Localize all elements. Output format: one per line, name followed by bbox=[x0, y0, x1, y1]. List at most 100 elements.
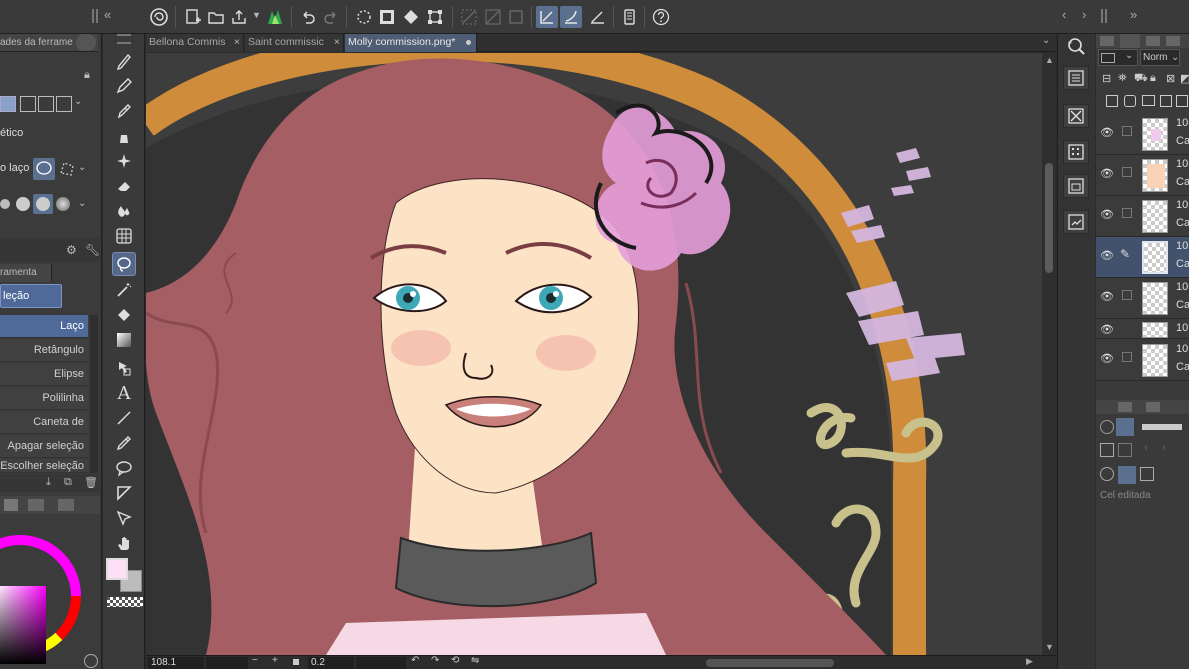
cel-icon[interactable] bbox=[1100, 443, 1114, 457]
redo-icon[interactable] bbox=[320, 6, 342, 28]
tab-bellona[interactable]: Bellona Commis × bbox=[146, 34, 244, 52]
snap-to-special-ruler-icon[interactable] bbox=[560, 6, 582, 28]
sub-tool-polyline[interactable]: Polilinha bbox=[0, 387, 88, 410]
layer-color-dropdown[interactable]: ⌄ bbox=[1098, 49, 1138, 66]
clip-layer-icon[interactable]: ⊟ bbox=[1102, 72, 1111, 85]
download-icon[interactable]: ⤓ bbox=[46, 476, 51, 489]
export-icon[interactable] bbox=[228, 6, 250, 28]
pencil-icon[interactable] bbox=[113, 75, 135, 97]
rotate-right-icon[interactable]: ↷ bbox=[431, 655, 439, 666]
new-selection-icon[interactable] bbox=[0, 96, 16, 112]
zoom-out-icon[interactable]: − bbox=[252, 655, 258, 666]
scroll-up-icon[interactable]: ▲ bbox=[1045, 55, 1054, 65]
sub-tool-tab[interactable]: ramenta bbox=[0, 264, 52, 282]
lock-layer-icon[interactable]: 🔒︎ bbox=[1150, 72, 1156, 85]
lasso-mode-polyline-icon[interactable] bbox=[56, 158, 78, 180]
fill-icon[interactable] bbox=[400, 6, 422, 28]
sub-tool-group[interactable]: leção bbox=[0, 284, 62, 308]
layer-row[interactable]: 👁︎ 10 Ca bbox=[1096, 196, 1189, 237]
antialias-none-icon[interactable] bbox=[0, 199, 10, 209]
lasso-mode-freehand-icon[interactable] bbox=[33, 158, 55, 180]
vertical-scrollbar[interactable]: ▲ ▼ bbox=[1042, 53, 1056, 655]
text-tool-icon[interactable]: A bbox=[113, 382, 135, 404]
new-vector-layer-icon[interactable] bbox=[1124, 95, 1136, 107]
antialias-weak-icon[interactable] bbox=[16, 197, 30, 211]
rotation-slider[interactable] bbox=[356, 657, 406, 669]
subtract-selection-icon[interactable] bbox=[38, 96, 54, 112]
pen-icon[interactable] bbox=[113, 100, 135, 122]
layer-row[interactable]: 👁︎ 10 Ca bbox=[1096, 114, 1189, 155]
cel-new-icon[interactable] bbox=[1118, 443, 1132, 457]
deselect-icon[interactable] bbox=[458, 6, 480, 28]
pen-nib-icon[interactable] bbox=[113, 50, 135, 72]
color-set-tab-icon[interactable] bbox=[28, 499, 44, 511]
rotation-field[interactable]: 0.2 bbox=[308, 657, 354, 669]
main-color-swatch[interactable] bbox=[106, 558, 128, 580]
line-tool-icon[interactable] bbox=[113, 407, 135, 429]
transparent-color-swatch[interactable] bbox=[107, 597, 143, 607]
lasso-dropdown-icon[interactable]: ⌄ bbox=[78, 162, 86, 173]
layer-property-tab-icon[interactable] bbox=[1100, 36, 1114, 46]
mode-dropdown-icon[interactable]: ⌄ bbox=[74, 96, 82, 107]
show-selection-icon[interactable] bbox=[505, 6, 527, 28]
pen-edit-icon[interactable]: ✎ bbox=[1120, 247, 1130, 261]
lasso-cel-icon[interactable] bbox=[1118, 466, 1136, 484]
snap-to-ruler-icon[interactable] bbox=[536, 6, 558, 28]
mask-icon[interactable]: ◩ bbox=[1180, 72, 1189, 85]
collapse-right-icon[interactable]: › bbox=[1082, 7, 1086, 22]
eye-icon[interactable]: 👁︎ bbox=[1100, 249, 1114, 262]
export-dropdown-icon[interactable]: ▼ bbox=[252, 10, 261, 20]
color-history-tab-icon[interactable] bbox=[58, 499, 74, 511]
palette-grip-icon[interactable] bbox=[117, 34, 131, 44]
new-raster-layer-icon[interactable] bbox=[1106, 95, 1118, 107]
antialias-strong-icon[interactable] bbox=[56, 197, 70, 211]
tab-saint[interactable]: Saint commissic × bbox=[245, 34, 344, 52]
operation-icon[interactable] bbox=[113, 357, 135, 379]
search-cel-icon[interactable] bbox=[1100, 467, 1114, 481]
layer-tab-2-icon[interactable] bbox=[1118, 402, 1132, 412]
lock-icon[interactable]: 🔒︎ bbox=[84, 69, 90, 82]
sub-tool-rectangle[interactable]: Retângulo bbox=[0, 339, 88, 362]
snap-to-grid-icon[interactable] bbox=[586, 6, 608, 28]
expand-right-icon[interactable]: » bbox=[1130, 7, 1137, 22]
transform-icon[interactable] bbox=[424, 6, 446, 28]
new-folder-icon[interactable] bbox=[1142, 95, 1155, 106]
new-correction-icon[interactable] bbox=[1176, 95, 1188, 107]
invert-selection-icon[interactable] bbox=[482, 6, 504, 28]
zoom-in-icon[interactable]: + bbox=[272, 655, 278, 666]
layer-row[interactable]: 👁︎ 10 Ca bbox=[1096, 340, 1189, 381]
sub-tool-ellipse[interactable]: Elipse bbox=[0, 363, 88, 386]
sub-tool-choose-selection[interactable]: Escolher seleção bbox=[0, 459, 88, 473]
smartphone-icon[interactable] bbox=[618, 6, 640, 28]
eye-icon[interactable]: 👁︎ bbox=[1100, 126, 1114, 139]
antialias-medium-icon[interactable] bbox=[33, 194, 53, 214]
opacity-slider[interactable] bbox=[1142, 424, 1182, 430]
clip-studio-assets-icon[interactable] bbox=[264, 6, 286, 28]
checkbox[interactable] bbox=[1122, 290, 1132, 300]
blend-icon[interactable] bbox=[113, 200, 135, 222]
layer-tab-icon[interactable] bbox=[1120, 34, 1140, 48]
sub-tool-erase-selection[interactable]: Apagar seleção bbox=[0, 435, 88, 458]
add-selection-icon[interactable] bbox=[20, 96, 36, 112]
rotate-left-icon[interactable]: ↶ bbox=[411, 655, 419, 666]
trash-icon[interactable]: 🗑︎ bbox=[84, 476, 98, 489]
mesh-transform-icon[interactable] bbox=[113, 225, 135, 247]
fill-bucket-icon[interactable] bbox=[113, 304, 135, 326]
hand-icon[interactable] bbox=[113, 532, 135, 554]
collapse-right-left-icon[interactable]: ‹ bbox=[1062, 7, 1066, 22]
sub-tool-selection-pen[interactable]: Caneta de seleção bbox=[0, 411, 88, 451]
eye-icon[interactable]: 👁︎ bbox=[1100, 290, 1114, 303]
layer-row[interactable]: 👁︎ 10 bbox=[1096, 319, 1189, 339]
unsaved-dot-icon[interactable] bbox=[466, 40, 471, 45]
eye-icon[interactable]: 👁︎ bbox=[1100, 323, 1114, 336]
color-wheel-tab-icon[interactable] bbox=[4, 499, 18, 511]
onion-skin-icon[interactable] bbox=[1100, 420, 1114, 434]
tab-molly[interactable]: Molly commission.png* bbox=[345, 34, 477, 52]
fit-icon[interactable] bbox=[293, 659, 299, 665]
intersect-selection-icon[interactable] bbox=[56, 96, 72, 112]
horizontal-scroll-thumb[interactable] bbox=[706, 659, 834, 667]
eyedropper-icon[interactable] bbox=[113, 432, 135, 454]
clear-icon[interactable] bbox=[353, 6, 375, 28]
flip-icon[interactable]: ⇋ bbox=[471, 655, 479, 666]
layers-stack-icon[interactable] bbox=[1116, 418, 1134, 436]
